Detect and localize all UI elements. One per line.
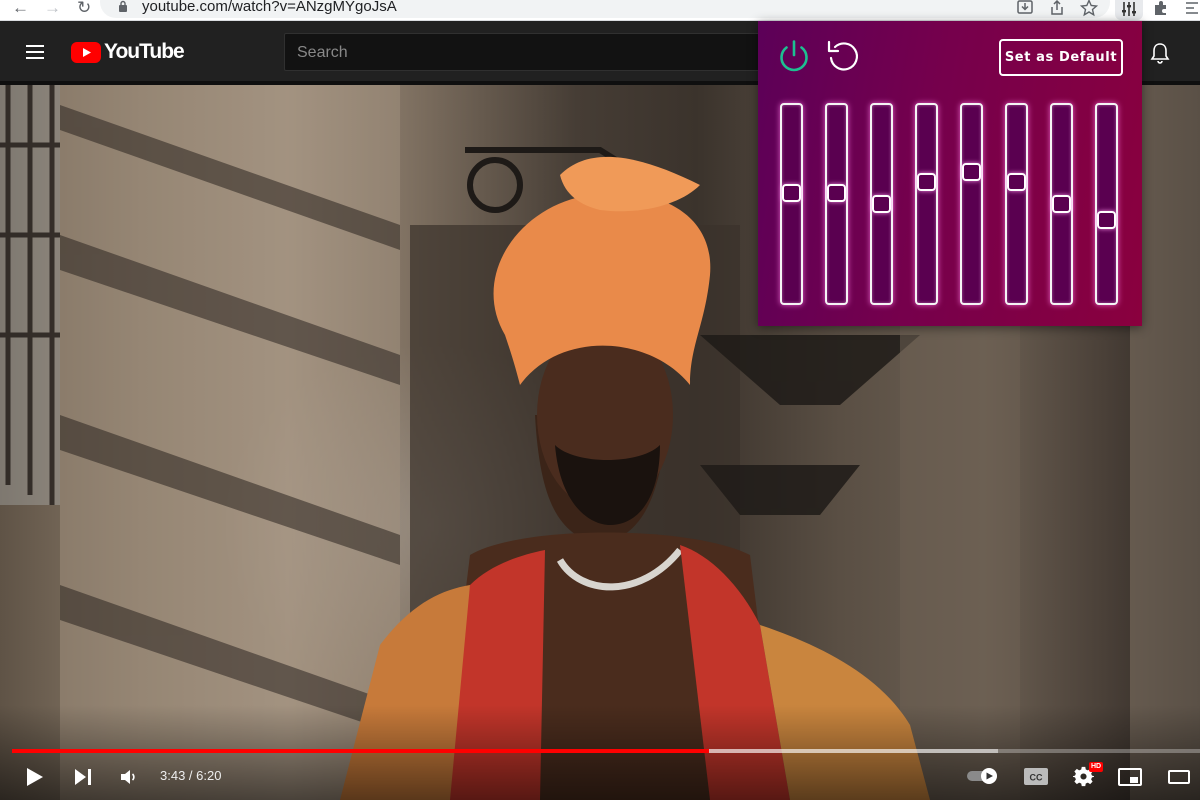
power-icon[interactable] <box>777 39 811 73</box>
logo-text: YouTube <box>104 40 185 63</box>
reload-icon[interactable]: ↻ <box>77 0 91 18</box>
eq-band-thumb[interactable] <box>782 184 801 202</box>
menu-icon[interactable] <box>26 45 44 63</box>
eq-band-slider-5[interactable] <box>960 103 983 305</box>
forward-arrow-icon[interactable]: → <box>44 0 61 18</box>
eq-band-thumb[interactable] <box>962 163 981 181</box>
reading-list-icon[interactable] <box>1184 0 1200 17</box>
eq-band-thumb[interactable] <box>872 195 891 213</box>
eq-band-slider-2[interactable] <box>825 103 848 305</box>
eq-band-slider-7[interactable] <box>1050 103 1073 305</box>
eq-band-thumb[interactable] <box>1007 173 1026 191</box>
eq-band-thumb[interactable] <box>827 184 846 202</box>
progress-played <box>12 749 710 753</box>
install-app-icon[interactable] <box>1016 0 1034 17</box>
address-bar[interactable]: youtube.com/watch?v=ANzgMYgoJsA <box>100 0 1110 18</box>
eq-band-thumb[interactable] <box>1097 211 1116 229</box>
window-frame <box>0 85 60 505</box>
equalizer-popup: Set as Default <box>758 21 1142 326</box>
lock-icon <box>119 0 127 12</box>
reset-icon[interactable] <box>825 38 861 74</box>
progress-bar[interactable] <box>12 749 1200 753</box>
url-text: youtube.com/watch?v=ANzgMYgoJsA <box>142 0 397 15</box>
next-icon[interactable] <box>74 768 92 786</box>
set-as-default-button[interactable]: Set as Default <box>999 39 1123 76</box>
eq-band-slider-1[interactable] <box>780 103 803 305</box>
youtube-play-logo-icon <box>71 41 101 63</box>
eq-band-slider-6[interactable] <box>1005 103 1028 305</box>
browser-toolbar: ← → ↻ youtube.com/watch?v=ANzgMYgoJsA <box>0 0 1200 21</box>
eq-band-slider-4[interactable] <box>915 103 938 305</box>
search-box <box>284 33 774 72</box>
youtube-logo[interactable]: YouTube <box>71 40 185 63</box>
equalizer-extension-button[interactable] <box>1115 0 1143 20</box>
equalizer-sliders-icon <box>1122 2 1136 16</box>
notifications-bell-icon[interactable] <box>1150 42 1170 64</box>
miniplayer-icon[interactable] <box>1118 768 1142 786</box>
play-icon[interactable] <box>26 767 44 787</box>
captions-icon[interactable]: CC <box>1024 768 1048 785</box>
theater-mode-icon[interactable] <box>1168 770 1190 784</box>
back-arrow-icon[interactable]: ← <box>12 0 29 18</box>
eq-band-slider-3[interactable] <box>870 103 893 305</box>
hd-badge: HD <box>1089 762 1104 772</box>
search-input[interactable] <box>295 34 769 72</box>
eq-band-slider-8[interactable] <box>1095 103 1118 305</box>
svg-text:CC: CC <box>1030 773 1043 783</box>
time-display: 3:43 / 6:20 <box>160 768 222 783</box>
bookmark-star-icon[interactable] <box>1080 0 1098 17</box>
eq-band-thumb[interactable] <box>917 173 936 191</box>
eq-band-thumb[interactable] <box>1052 195 1071 213</box>
share-icon[interactable] <box>1048 0 1066 17</box>
autoplay-toggle-icon[interactable] <box>967 768 1001 784</box>
volume-icon[interactable] <box>120 769 138 785</box>
extensions-puzzle-icon[interactable] <box>1152 0 1170 17</box>
